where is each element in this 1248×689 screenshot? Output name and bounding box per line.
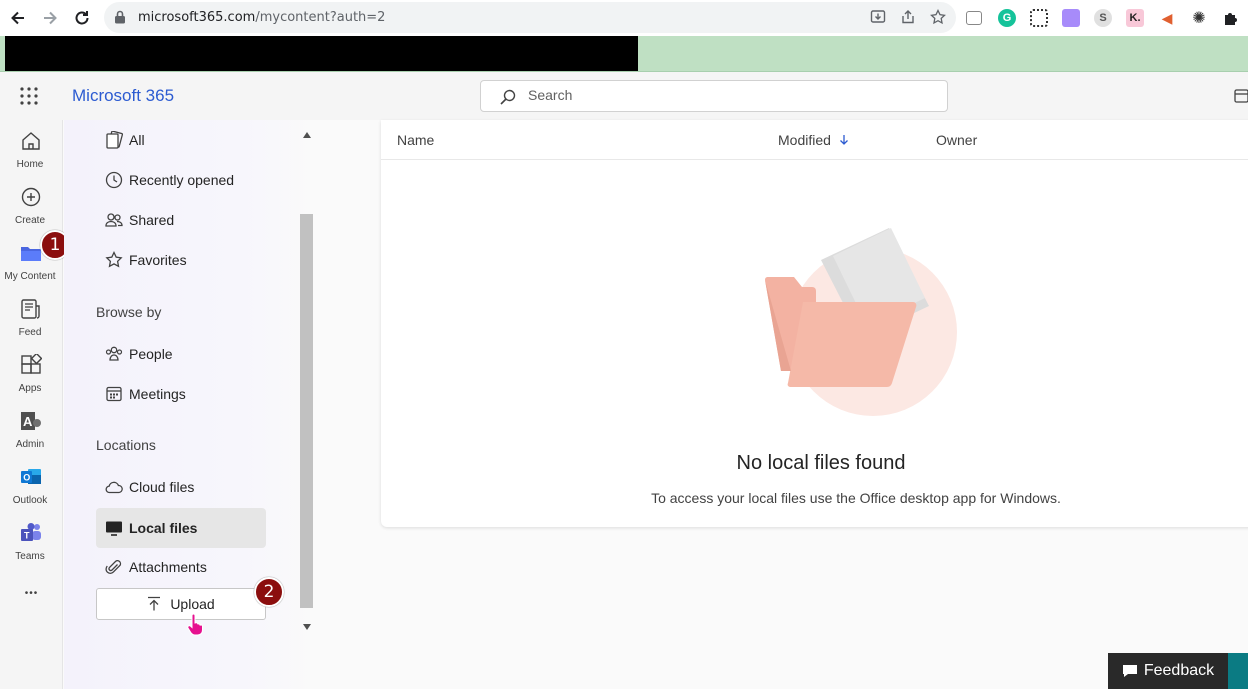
feed-icon — [21, 299, 40, 319]
browse-by-heading: Browse by — [96, 304, 162, 320]
teams-icon: T — [21, 523, 41, 541]
forward-arrow-icon — [44, 11, 57, 25]
empty-folder-illustration-icon — [761, 220, 961, 425]
upload-arrow-icon — [147, 596, 161, 612]
rail-more-button[interactable]: ••• — [0, 586, 63, 606]
svg-text:T: T — [24, 531, 30, 541]
nav-item-favorites[interactable]: Favorites — [96, 240, 266, 280]
back-button[interactable] — [6, 6, 30, 30]
nav-item-people[interactable]: People — [96, 334, 266, 374]
nav-item-meetings[interactable]: Meetings — [96, 374, 266, 414]
calendar-action-icon[interactable] — [1234, 88, 1248, 109]
lock-icon — [114, 10, 126, 29]
rail-item-home[interactable]: Home — [0, 130, 63, 184]
grammarly-extension-icon[interactable]: G — [998, 9, 1016, 27]
share-icon[interactable] — [900, 9, 916, 30]
search-box[interactable] — [480, 80, 948, 112]
more-icon: ••• — [24, 588, 39, 599]
app-rail: Home Create My Content Feed Apps A Admin… — [0, 120, 63, 689]
gear-extension-icon[interactable]: ✺ — [1190, 9, 1208, 27]
sort-descending-icon — [839, 135, 848, 145]
rail-item-admin[interactable]: A Admin — [0, 410, 63, 464]
column-header-modified[interactable]: Modified — [778, 132, 849, 148]
cast-extension-icon[interactable] — [966, 11, 982, 25]
install-app-icon[interactable] — [870, 9, 886, 30]
reload-icon — [75, 11, 89, 25]
qr-extension-icon[interactable] — [1030, 9, 1048, 27]
folder-icon — [21, 247, 41, 261]
upload-button[interactable]: Upload — [96, 588, 266, 620]
empty-state-title: No local files found — [736, 452, 906, 474]
nav-item-local-files[interactable]: Local files — [96, 508, 266, 548]
locations-heading: Locations — [96, 437, 156, 453]
star-icon — [104, 250, 124, 270]
plus-circle-icon — [21, 187, 41, 207]
apps-icon — [21, 354, 42, 374]
shared-icon — [104, 210, 124, 230]
nav-item-attachments[interactable]: Attachments — [96, 547, 266, 587]
clock-icon — [104, 170, 124, 190]
search-icon — [499, 88, 517, 111]
rail-item-teams[interactable]: T Teams — [0, 522, 63, 576]
monitor-icon — [104, 518, 124, 538]
puzzle-extensions-icon[interactable] — [1222, 9, 1240, 27]
hand-cursor-icon — [187, 613, 203, 641]
bookmarks-bar — [0, 36, 1248, 72]
calendar-icon — [104, 384, 124, 404]
app-launcher-icon[interactable] — [20, 87, 38, 110]
address-bar[interactable]: microsoft365.com/mycontent?auth=2 — [104, 2, 956, 33]
megaphone-extension-icon[interactable]: ◀ — [1158, 9, 1176, 27]
outlook-icon: O — [21, 469, 41, 484]
nav-item-recently-opened[interactable]: Recently opened — [96, 160, 266, 200]
main-content: Name Modified Owner No local files found… — [316, 120, 1248, 689]
rail-item-apps[interactable]: Apps — [0, 354, 63, 408]
admin-icon: A — [21, 412, 41, 430]
scroll-down-arrow-icon[interactable] — [303, 617, 311, 635]
paperclip-icon — [104, 557, 124, 577]
files-card: Name Modified Owner No local files found… — [381, 120, 1248, 527]
app-header: Microsoft 365 — [0, 72, 1248, 120]
nav-scrollbar-thumb[interactable] — [300, 214, 313, 608]
cloud-icon — [104, 477, 124, 497]
redacted-area — [5, 36, 638, 71]
rail-item-feed[interactable]: Feed — [0, 298, 63, 352]
column-header-owner[interactable]: Owner — [936, 132, 977, 148]
chat-bubble-icon — [1122, 664, 1138, 678]
brand-title[interactable]: Microsoft 365 — [72, 86, 174, 106]
forward-button[interactable] — [38, 6, 62, 30]
scroll-up-arrow-icon[interactable] — [303, 125, 311, 143]
browser-toolbar: microsoft365.com/mycontent?auth=2 G S K.… — [0, 0, 1248, 36]
bookmark-star-icon[interactable] — [930, 8, 946, 30]
table-header-divider — [381, 159, 1248, 160]
people-icon — [104, 344, 124, 364]
s-extension-icon[interactable]: S — [1094, 9, 1112, 27]
nav-item-shared[interactable]: Shared — [96, 200, 266, 240]
home-icon — [22, 132, 40, 150]
back-arrow-icon — [11, 11, 24, 25]
help-button[interactable] — [1228, 653, 1248, 689]
nav-item-all[interactable]: All — [96, 120, 266, 160]
all-files-icon — [104, 130, 124, 150]
empty-state-subtitle: To access your local files use the Offic… — [651, 490, 1061, 506]
search-input[interactable] — [528, 87, 908, 103]
svg-text:O: O — [23, 473, 30, 483]
column-header-name[interactable]: Name — [397, 132, 434, 148]
svg-text:A: A — [23, 414, 33, 429]
reload-button[interactable] — [70, 6, 94, 30]
purple-extension-icon[interactable] — [1062, 9, 1080, 27]
url-text: microsoft365.com/mycontent?auth=2 — [138, 10, 386, 25]
callout-badge-2: 2 — [254, 577, 284, 607]
nav-item-cloud-files[interactable]: Cloud files — [96, 467, 266, 507]
k-extension-icon[interactable]: K. — [1126, 9, 1144, 27]
feedback-button[interactable]: Feedback — [1108, 653, 1228, 689]
rail-item-outlook[interactable]: O Outlook — [0, 466, 63, 520]
